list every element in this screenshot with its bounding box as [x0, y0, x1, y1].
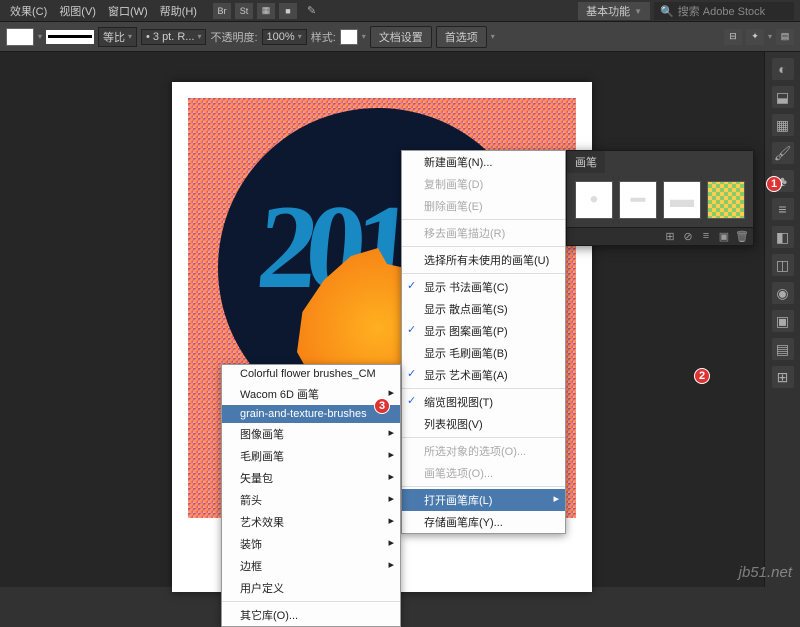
opacity-label: 不透明度:	[210, 29, 257, 45]
menu-list-view[interactable]: 列表视图(V)	[402, 413, 565, 435]
menu-help[interactable]: 帮助(H)	[154, 1, 203, 21]
brush-thumb[interactable]: ▬	[663, 181, 701, 219]
lib-item[interactable]: 边框	[222, 555, 400, 577]
lib-item[interactable]: 箭头	[222, 489, 400, 511]
menu-show-pattern[interactable]: 显示 图案画笔(P)	[402, 320, 565, 342]
menu-effects[interactable]: 效果(C)	[4, 1, 53, 21]
brushes-panel-menu: 新建画笔(N)... 复制画笔(D) 删除画笔(E) 移去画笔描边(R) 选择所…	[401, 150, 566, 534]
menu-show-art[interactable]: 显示 艺术画笔(A)	[402, 364, 565, 386]
prefs-button[interactable]: 首选项	[436, 26, 487, 48]
style-label: 样式:	[311, 29, 336, 45]
brush-thumb[interactable]: •	[575, 181, 613, 219]
color-icon[interactable]: ◐	[772, 58, 794, 80]
transform-icon[interactable]: ✦	[746, 29, 764, 45]
menu-open-brush-lib[interactable]: 打开画笔库(L)	[402, 489, 565, 511]
remove-stroke-icon[interactable]: ⊘	[681, 230, 695, 244]
annotation-2: 2	[694, 368, 710, 384]
menu-show-calligraphic[interactable]: 显示 书法画笔(C)	[402, 276, 565, 298]
brushes-icon[interactable]: 🖌	[772, 142, 794, 164]
gradient-icon[interactable]: ◧	[772, 226, 794, 248]
lib-item[interactable]: 矢量包	[222, 467, 400, 489]
delete-icon[interactable]: 🗑	[735, 230, 749, 244]
brush-thumb[interactable]	[707, 181, 745, 219]
lib-item-other[interactable]: 其它库(O)...	[222, 604, 400, 626]
libraries-icon[interactable]: ⊞	[772, 366, 794, 388]
color-guide-icon[interactable]: ⬓	[772, 86, 794, 108]
lib-item[interactable]: Colorful flower brushes_CM	[222, 365, 400, 383]
brushes-tab[interactable]: 画笔	[567, 151, 605, 173]
swatches-icon[interactable]: ▦	[772, 114, 794, 136]
menu-brush-options: 画笔选项(O)...	[402, 462, 565, 484]
graphic-styles-icon[interactable]: ▣	[772, 310, 794, 332]
menu-select-unused[interactable]: 选择所有未使用的画笔(U)	[402, 249, 565, 271]
lib-item[interactable]: Wacom 6D 画笔	[222, 383, 400, 405]
menu-window[interactable]: 窗口(W)	[102, 1, 154, 21]
menu-show-scatter[interactable]: 显示 散点画笔(S)	[402, 298, 565, 320]
lib-item[interactable]: 装饰	[222, 533, 400, 555]
menubar: 效果(C) 视图(V) 窗口(W) 帮助(H) Br St ▦ ■ ✎ 基本功能…	[0, 0, 800, 22]
stroke-preview[interactable]	[46, 30, 94, 44]
menu-selected-options: 所选对象的选项(O)...	[402, 440, 565, 462]
stock-icon[interactable]: St	[235, 3, 253, 19]
lib-item[interactable]: 艺术效果	[222, 511, 400, 533]
style-swatch[interactable]	[340, 29, 358, 45]
opacity-input[interactable]: 100%▾	[262, 29, 307, 45]
arrange-icon[interactable]: ▦	[257, 3, 275, 19]
menu-show-bristle[interactable]: 显示 毛刷画笔(B)	[402, 342, 565, 364]
transparency-icon[interactable]: ◫	[772, 254, 794, 276]
lib-item[interactable]: 毛刷画笔	[222, 445, 400, 467]
stroke-profile[interactable]: 等比▾	[98, 27, 137, 47]
menu-dup-brush: 复制画笔(D)	[402, 173, 565, 195]
menu-remove-stroke: 移去画笔描边(R)	[402, 222, 565, 244]
search-icon: 🔍	[660, 5, 674, 18]
menu-new-brush[interactable]: 新建画笔(N)...	[402, 151, 565, 173]
workspace-switcher[interactable]: 基本功能▼	[578, 2, 650, 20]
stroke-weight[interactable]: •3 pt. R...▾	[141, 29, 206, 45]
menu-thumbnail-view[interactable]: 缩览图视图(T)	[402, 391, 565, 413]
gpu-icon[interactable]: ■	[279, 3, 297, 19]
options-bar: ▾ 等比▾ •3 pt. R...▾ 不透明度: 100%▾ 样式: ▾ 文档设…	[0, 22, 800, 52]
brush-thumb[interactable]: ━	[619, 181, 657, 219]
menu-save-brush-lib[interactable]: 存储画笔库(Y)...	[402, 511, 565, 533]
menu-del-brush: 删除画笔(E)	[402, 195, 565, 217]
lib-item[interactable]: 用户定义	[222, 577, 400, 599]
menu-view[interactable]: 视图(V)	[53, 1, 102, 21]
search-input[interactable]: 🔍搜索 Adobe Stock	[654, 2, 794, 20]
options-icon[interactable]: ≡	[699, 230, 713, 244]
lib-icon[interactable]: ⊞	[663, 230, 677, 244]
lib-item[interactable]: 图像画笔	[222, 423, 400, 445]
brushes-panel: 画笔 • ━ ▬ ⊞ ⊘ ≡ ▣ 🗑	[566, 150, 754, 246]
right-dock: ◐ ⬓ ▦ 🖌 ♣ ≡ ◧ ◫ ◉ ▣ ▤ ⊞	[764, 52, 800, 587]
appearance-icon[interactable]: ◉	[772, 282, 794, 304]
annotation-3: 3	[374, 398, 390, 414]
bridge-icon[interactable]: Br	[213, 3, 231, 19]
layers-icon[interactable]: ▤	[772, 338, 794, 360]
brush-icon: ✎	[307, 4, 316, 17]
stroke-icon[interactable]: ≡	[772, 198, 794, 220]
watermark: jb51.net	[739, 564, 792, 581]
new-brush-icon[interactable]: ▣	[717, 230, 731, 244]
annotation-1: 1	[766, 176, 782, 192]
fill-swatch[interactable]	[6, 28, 34, 46]
align-icon[interactable]: ⊟	[724, 29, 742, 45]
doc-setup-button[interactable]: 文档设置	[370, 26, 432, 48]
panel-menu-icon[interactable]: ▤	[776, 29, 794, 45]
